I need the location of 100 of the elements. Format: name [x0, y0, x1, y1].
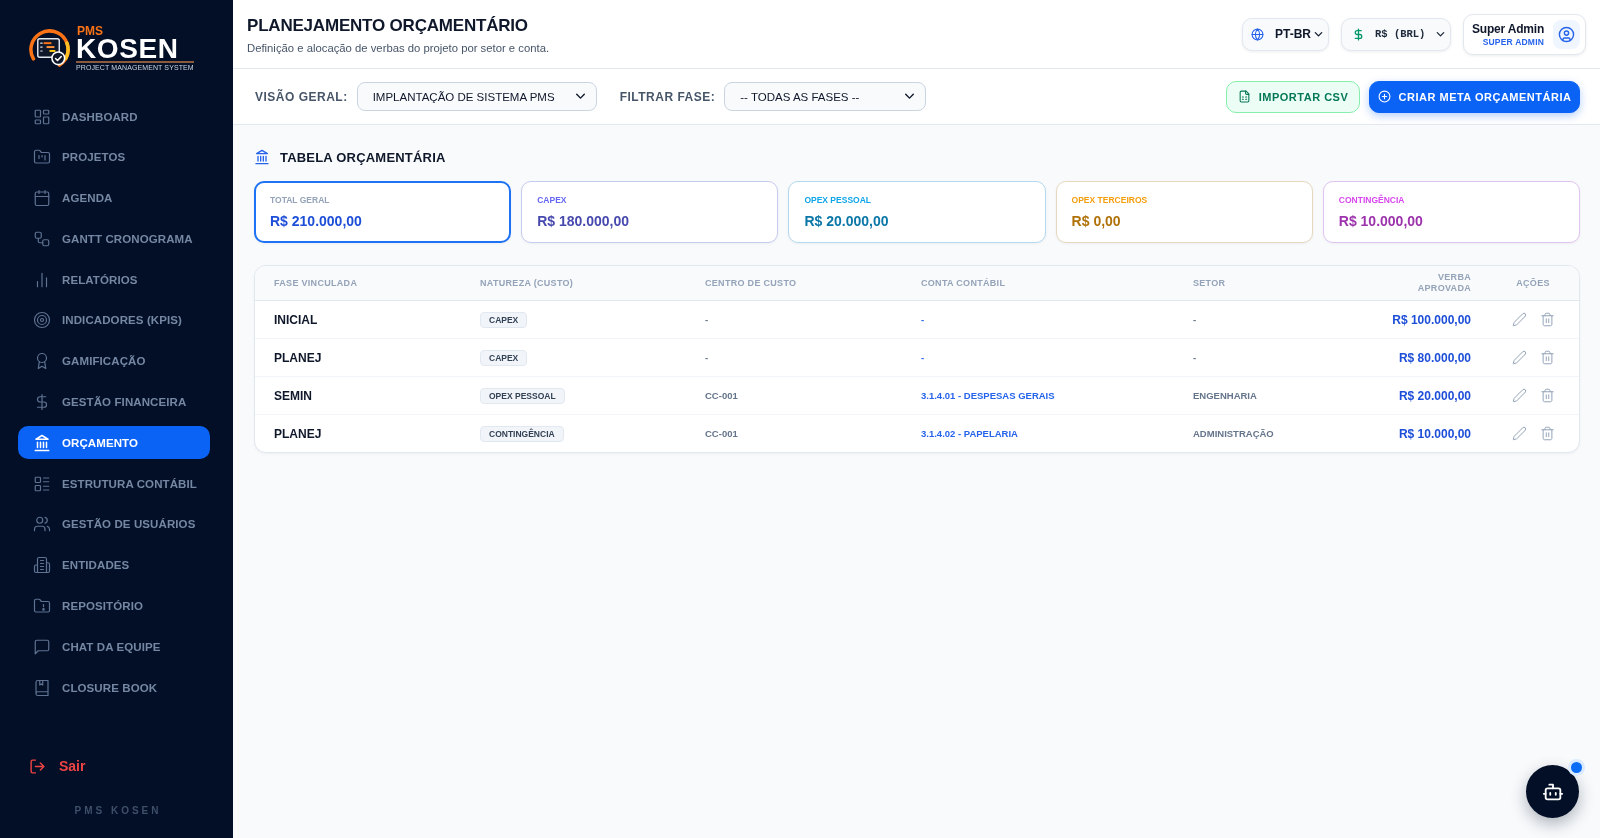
table-cell: R$ 100.000,00: [1392, 312, 1471, 327]
edit-button[interactable]: [1511, 350, 1527, 365]
card-value: R$ 20.000,00: [804, 213, 889, 229]
edit-button[interactable]: [1511, 312, 1527, 327]
trash-icon: [1539, 426, 1555, 441]
nav-item[interactable]: ORÇAMENTO: [18, 426, 210, 460]
user-role: SUPER ADMIN: [1482, 36, 1545, 47]
nav-item[interactable]: ENTIDADES: [18, 548, 210, 582]
target-icon: [33, 311, 51, 330]
create-goal-button[interactable]: CRIAR META ORÇAMENTÁRIA: [1369, 80, 1580, 113]
table-cell: -: [705, 352, 709, 363]
nav-item[interactable]: ESTRUTURA CONTÁBIL: [18, 467, 210, 501]
delete-button[interactable]: [1539, 312, 1555, 327]
table-cell: CC-001: [705, 390, 738, 401]
column-header: SETOR: [1193, 277, 1226, 289]
logout-icon: [29, 757, 46, 775]
card-value: R$ 0,00: [1071, 213, 1121, 229]
column-header: CONTA CONTÁBIL: [921, 277, 1006, 289]
assistant-button[interactable]: [1526, 765, 1579, 818]
card-label: OPEX TERCEIROS: [1071, 195, 1148, 205]
trash-icon: [1539, 312, 1555, 327]
section-title: TABELA ORÇAMENTÁRIA: [280, 149, 446, 165]
account-link[interactable]: 3.1.4.01 - DESPESAS GERAIS: [921, 390, 1055, 401]
nav-item[interactable]: DASHBOARD: [18, 100, 210, 133]
nav-item[interactable]: CHAT DA EQUIPE: [18, 630, 210, 664]
footer-brand-text: PMS KOSEN: [74, 805, 162, 817]
spreadsheet-icon: [1237, 90, 1251, 103]
category-tag: CAPEX: [480, 311, 528, 328]
nav-item[interactable]: REPOSITÓRIO: [18, 589, 210, 623]
currency-select[interactable]: R$ (BRL): [1341, 17, 1451, 51]
table-cell: -: [1193, 314, 1197, 325]
column-header: CENTRO DE CUSTO: [705, 277, 797, 289]
list-icon: [33, 474, 51, 493]
trash-icon: [1539, 350, 1555, 365]
filter-label: VISÃO GERAL:: [255, 89, 348, 104]
page-subtitle: Definição e alocação de verbas do projeto por setor e conta.: [247, 41, 551, 55]
card-value: R$ 10.000,00: [1338, 213, 1423, 229]
chat-icon: [33, 637, 51, 656]
table-cell: -: [705, 314, 709, 325]
folder-icon: [33, 597, 51, 616]
pencil-icon: [1511, 350, 1527, 365]
user-avatar-icon: [1553, 19, 1580, 49]
table-cell: INICIAL: [274, 312, 318, 327]
import-csv-button[interactable]: IMPORTAR CSV: [1226, 80, 1360, 113]
nav-item[interactable]: GANTT CRONOGRAMA: [18, 222, 210, 256]
table-cell: SEMIN: [274, 388, 312, 403]
users-icon: [33, 515, 51, 534]
nav-item[interactable]: PROJETOS: [18, 140, 210, 174]
category-tag: OPEX PESSOAL: [480, 387, 565, 404]
calendar-icon: [33, 189, 51, 208]
trash-icon: [1539, 388, 1555, 403]
nav-item[interactable]: CLOSURE BOOK: [18, 671, 210, 705]
pencil-icon: [1511, 312, 1527, 327]
nav-item[interactable]: RELATÓRIOS: [18, 263, 210, 297]
logout-link[interactable]: Sair: [29, 756, 86, 776]
bank-icon: [254, 149, 270, 165]
card-label: CAPEX: [537, 195, 567, 205]
dropdown-select[interactable]: -- TODAS AS FASES --: [724, 82, 927, 111]
delete-button[interactable]: [1539, 350, 1555, 365]
column-header: NATUREZA (CUSTO): [480, 277, 574, 289]
card-label: TOTAL GERAL: [270, 195, 330, 205]
table-cell: R$ 80.000,00: [1398, 350, 1471, 365]
edit-button[interactable]: [1511, 388, 1527, 403]
account-link[interactable]: -: [921, 352, 925, 363]
column-header: FASE VINCULADA: [274, 277, 358, 289]
column-header: AÇÕES: [1516, 277, 1550, 289]
column-header: VERBA APROVADA: [1416, 272, 1471, 294]
dollar-icon: [1352, 27, 1365, 41]
filter-label: FILTRAR FASE:: [619, 89, 716, 104]
delete-button[interactable]: [1539, 388, 1555, 403]
nav-item[interactable]: GESTÃO FINANCEIRA: [18, 385, 210, 419]
card-label: CONTINGÊNCIA: [1338, 195, 1405, 205]
dropdown-select[interactable]: IMPLANTAÇÃO DE SISTEMA PMS: [356, 82, 597, 111]
edit-button[interactable]: [1511, 426, 1527, 441]
table-cell: PLANEJ: [274, 350, 322, 365]
delete-button[interactable]: [1539, 426, 1555, 441]
book-icon: [33, 678, 51, 697]
globe-icon: [1251, 27, 1264, 41]
category-tag: CAPEX: [480, 349, 528, 366]
bank-icon: [33, 433, 51, 452]
folder-icon: [33, 148, 51, 167]
account-link[interactable]: 3.1.4.02 - PAPELARIA: [921, 428, 1018, 439]
plus-circle-icon: [1377, 90, 1391, 103]
category-tag: CONTINGÊNCIA: [480, 425, 564, 442]
table-cell: ADMINISTRAÇÃO: [1193, 428, 1274, 439]
nav-item[interactable]: GESTÃO DE USUÁRIOS: [18, 507, 210, 541]
user-name: Super Admin: [1472, 21, 1545, 36]
card-label: OPEX PESSOAL: [804, 195, 871, 205]
nav-item[interactable]: AGENDA: [18, 181, 210, 215]
table-cell: R$ 20.000,00: [1398, 388, 1471, 403]
nav-item[interactable]: INDICADORES (KPIS): [18, 304, 210, 337]
account-link[interactable]: -: [921, 314, 925, 325]
card-value: R$ 180.000,00: [537, 213, 630, 229]
pencil-icon: [1511, 426, 1527, 441]
user-menu-button[interactable]: Super Admin SUPER ADMIN: [1463, 13, 1586, 55]
nav-item[interactable]: GAMIFICAÇÃO: [18, 344, 210, 378]
logo-wordmark: KOSEN: [76, 37, 179, 60]
grid-icon: [33, 107, 51, 126]
language-select[interactable]: PT-BR: [1242, 17, 1329, 51]
card-value: R$ 210.000,00: [270, 213, 362, 229]
